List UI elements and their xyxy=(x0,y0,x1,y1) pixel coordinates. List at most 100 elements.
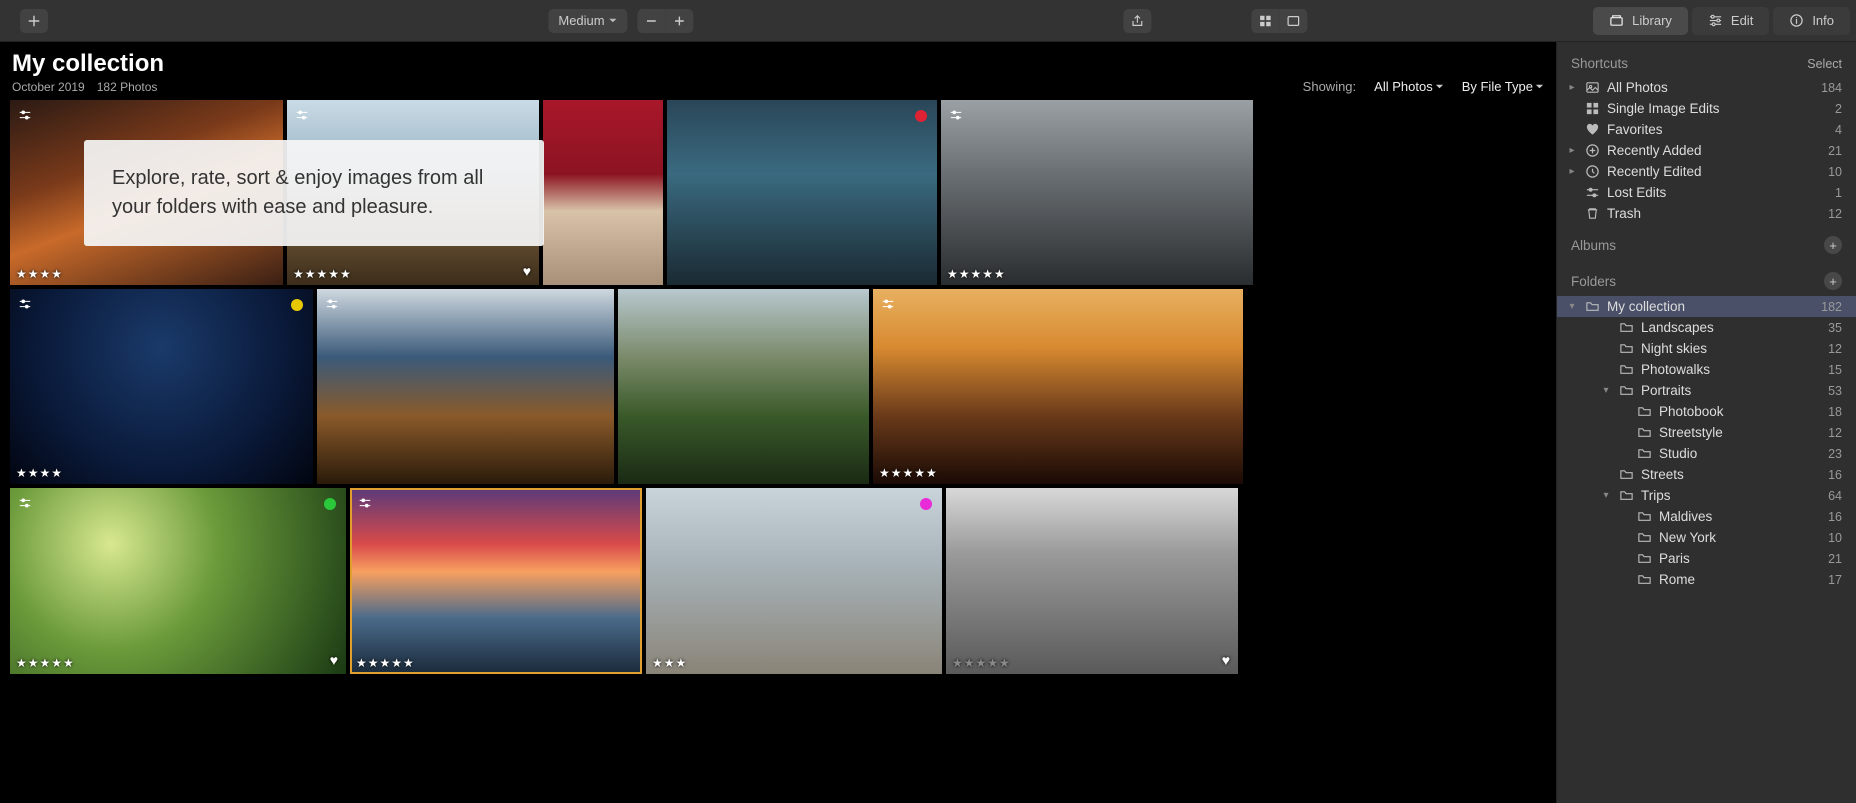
callout-overlay: Explore, rate, sort & enjoy images from … xyxy=(84,140,544,246)
photo-thumb[interactable]: ★★★★★ xyxy=(873,289,1243,484)
shortcut-item[interactable]: Trash12 xyxy=(1557,203,1856,224)
single-view-button[interactable] xyxy=(1280,9,1308,33)
folder-label: Portraits xyxy=(1641,383,1691,398)
folder-item[interactable]: Paris 21 xyxy=(1557,548,1856,569)
clock-icon xyxy=(1584,164,1600,179)
folder-item[interactable]: Photowalks15 xyxy=(1557,359,1856,380)
folder-icon xyxy=(1636,530,1652,545)
folder-item[interactable]: Studio23 xyxy=(1557,443,1856,464)
color-tag xyxy=(291,299,303,311)
folder-label: New York xyxy=(1659,530,1716,545)
folder-icon xyxy=(1636,551,1652,566)
tab-library[interactable]: Library xyxy=(1593,7,1688,35)
grid-view-button[interactable] xyxy=(1252,9,1280,33)
shortcut-label: Favorites xyxy=(1607,122,1663,137)
photo-thumb[interactable] xyxy=(667,100,937,285)
shortcut-label: Single Image Edits xyxy=(1607,101,1720,116)
photos-icon xyxy=(1584,80,1600,95)
photo-thumb[interactable]: ★★★★★♥ xyxy=(946,488,1238,674)
filter-file-type[interactable]: By File Type xyxy=(1462,79,1544,94)
photo-thumb[interactable]: ★★★★★♥ xyxy=(10,488,346,674)
folder-icon xyxy=(1636,404,1652,419)
folder-item[interactable]: ▾Portraits53 xyxy=(1557,380,1856,401)
folder-label: Night skies xyxy=(1641,341,1707,356)
folder-icon xyxy=(1618,362,1634,377)
folder-item[interactable]: Maldives16 xyxy=(1557,506,1856,527)
shortcut-item[interactable]: Favorites 4 xyxy=(1557,119,1856,140)
folder-item[interactable]: Streetstyle 12 xyxy=(1557,422,1856,443)
shortcut-item[interactable]: Lost Edits 1 xyxy=(1557,182,1856,203)
folder-count: 35 xyxy=(1828,321,1842,335)
rating-stars: ★★★★ xyxy=(16,466,63,480)
sliders-icon xyxy=(18,108,32,125)
shortcut-item[interactable]: ▸All Photos184 xyxy=(1557,77,1856,98)
folder-label: My collection xyxy=(1607,299,1685,314)
shortcut-count: 4 xyxy=(1835,123,1842,137)
photo-thumb[interactable]: ★★★★★ xyxy=(350,488,642,674)
folder-count: 21 xyxy=(1828,552,1842,566)
photo-thumb[interactable]: ★★★★ xyxy=(10,289,313,484)
folder-count: 23 xyxy=(1828,447,1842,461)
folder-count: 10 xyxy=(1828,531,1842,545)
add-button[interactable] xyxy=(20,9,48,33)
sliders-icon xyxy=(358,496,372,513)
folder-item[interactable]: Night skies12 xyxy=(1557,338,1856,359)
shortcut-count: 1 xyxy=(1835,186,1842,200)
folder-count: 12 xyxy=(1828,426,1842,440)
folder-count: 16 xyxy=(1828,468,1842,482)
select-button[interactable]: Select xyxy=(1807,57,1842,71)
rating-stars: ★★★ xyxy=(652,656,687,670)
rating-stars: ★★★★★ xyxy=(293,267,352,281)
sliders-icon xyxy=(18,297,32,314)
main-panel: Explore, rate, sort & enjoy images from … xyxy=(0,42,1556,803)
page-title: My collection xyxy=(12,50,164,78)
folder-item[interactable]: Rome17 xyxy=(1557,569,1856,590)
rating-stars: ★★★★★ xyxy=(879,466,938,480)
grid-icon xyxy=(1584,101,1600,116)
photo-thumb[interactable] xyxy=(618,289,869,484)
add-folder-button[interactable]: + xyxy=(1824,272,1842,290)
photo-thumb[interactable]: ★★★★★ xyxy=(941,100,1253,285)
showing-label: Showing: xyxy=(1303,79,1356,94)
shortcut-item[interactable]: ▸Recently Edited10 xyxy=(1557,161,1856,182)
share-button[interactable] xyxy=(1124,9,1152,33)
folder-icon xyxy=(1636,446,1652,461)
zoom-in-button[interactable] xyxy=(666,9,694,33)
shortcut-count: 184 xyxy=(1821,81,1842,95)
folder-item[interactable]: Photobook18 xyxy=(1557,401,1856,422)
photo-thumb[interactable] xyxy=(543,100,663,285)
folder-item[interactable]: New York 10 xyxy=(1557,527,1856,548)
sliders-icon xyxy=(1584,185,1600,200)
favorite-icon: ♥ xyxy=(523,263,531,279)
shortcut-item[interactable]: Single Image Edits 2 xyxy=(1557,98,1856,119)
rating-stars: ★★★★★ xyxy=(947,267,1006,281)
folder-icon xyxy=(1618,488,1634,503)
folder-item[interactable]: ▾Trips64 xyxy=(1557,485,1856,506)
shortcut-label: Recently Added xyxy=(1607,143,1702,158)
shortcut-label: Lost Edits xyxy=(1607,185,1666,200)
color-tag xyxy=(324,498,336,510)
folder-root[interactable]: ▾My collection182 xyxy=(1557,296,1856,317)
filter-all-photos[interactable]: All Photos xyxy=(1374,79,1444,94)
folder-icon xyxy=(1636,509,1652,524)
folder-item[interactable]: Landscapes35 xyxy=(1557,317,1856,338)
heart-icon xyxy=(1584,122,1600,137)
folder-icon xyxy=(1636,425,1652,440)
photo-thumb[interactable]: ★★★ xyxy=(646,488,942,674)
folder-label: Streets xyxy=(1641,467,1684,482)
tab-edit[interactable]: Edit xyxy=(1692,7,1769,35)
folder-label: Streetstyle xyxy=(1659,425,1723,440)
toolbar: Medium xyxy=(0,0,1856,42)
shortcut-item[interactable]: ▸Recently Added21 xyxy=(1557,140,1856,161)
zoom-select[interactable]: Medium xyxy=(548,9,627,33)
folder-item[interactable]: Streets 16 xyxy=(1557,464,1856,485)
tab-info[interactable]: Info xyxy=(1773,7,1850,35)
zoom-out-button[interactable] xyxy=(638,9,666,33)
folder-count: 17 xyxy=(1828,573,1842,587)
folder-icon xyxy=(1618,467,1634,482)
add-album-button[interactable]: + xyxy=(1824,236,1842,254)
folder-label: Paris xyxy=(1659,551,1690,566)
folder-count: 53 xyxy=(1828,384,1842,398)
shortcut-count: 2 xyxy=(1835,102,1842,116)
photo-thumb[interactable] xyxy=(317,289,614,484)
